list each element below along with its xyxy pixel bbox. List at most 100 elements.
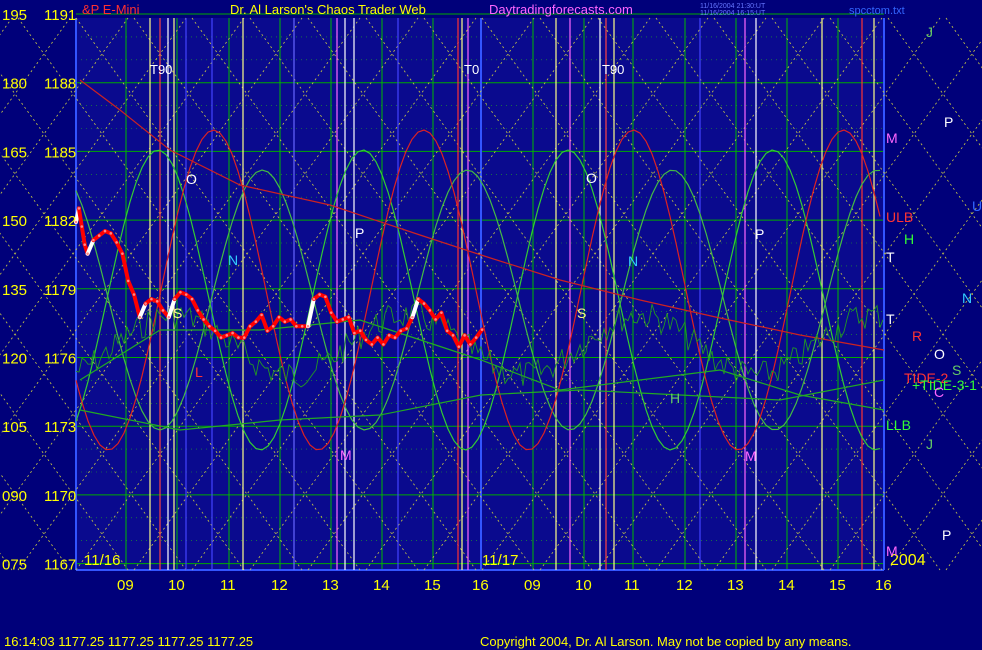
price-point bbox=[260, 313, 263, 317]
y-tick-angle: 120 bbox=[2, 351, 27, 368]
price-point bbox=[196, 309, 200, 312]
price-point bbox=[77, 207, 81, 210]
price-point bbox=[161, 309, 165, 312]
price-point bbox=[97, 234, 101, 237]
chart-letter: N bbox=[228, 252, 238, 268]
y-tick-angle: 165 bbox=[2, 144, 27, 161]
price-point bbox=[474, 336, 478, 339]
price-point bbox=[190, 297, 194, 301]
price-point bbox=[83, 243, 86, 246]
price-point bbox=[480, 328, 484, 331]
chart-letter: H bbox=[670, 390, 680, 406]
y-tick-price: 1173 bbox=[44, 419, 76, 436]
y-tick-angle: 150 bbox=[2, 213, 27, 230]
right-label: ULB bbox=[886, 209, 913, 225]
price-point bbox=[387, 334, 391, 337]
price-point bbox=[300, 324, 304, 328]
price-point bbox=[463, 334, 466, 337]
price-point bbox=[393, 336, 397, 339]
price-point bbox=[115, 241, 118, 244]
price-point bbox=[405, 327, 408, 330]
price-point bbox=[254, 320, 258, 324]
x-tick-hour: 10 bbox=[168, 577, 185, 594]
x-tick-hour: 16 bbox=[875, 577, 892, 594]
price-point bbox=[132, 293, 136, 296]
price-point bbox=[457, 345, 461, 348]
timestamp-2: 11/16/2004 16:15:UT bbox=[700, 10, 766, 17]
chart-letter: M bbox=[745, 448, 757, 464]
price-point bbox=[179, 290, 182, 294]
x-tick-hour: 11 bbox=[220, 577, 236, 594]
right-label: N bbox=[962, 290, 972, 306]
x-tick-hour: 11 bbox=[624, 577, 640, 594]
x-tick-hour: 13 bbox=[727, 577, 744, 594]
price-point bbox=[202, 318, 205, 321]
right-label: LLB bbox=[886, 417, 911, 433]
chaos-trader-chart: 195 1191 180 1188 165 1185 150 1182 135 1179 120 11… bbox=[0, 0, 982, 650]
cycle-mark: T90 bbox=[602, 62, 624, 77]
price-point bbox=[242, 336, 246, 339]
x-tick-hour: 09 bbox=[524, 577, 541, 594]
right-label: R bbox=[912, 328, 922, 344]
price-point bbox=[428, 309, 432, 312]
right-label: J bbox=[926, 24, 933, 40]
price-point bbox=[312, 297, 316, 301]
x-tick-hour: 15 bbox=[424, 577, 441, 594]
right-label: U bbox=[972, 198, 982, 214]
price-point bbox=[92, 238, 95, 242]
x-tick-hour: 16 bbox=[472, 577, 489, 594]
price-point bbox=[370, 343, 374, 346]
chart-title: Dr. Al Larson's Chaos Trader Web bbox=[230, 2, 426, 17]
timestamp-1: 11/16/2004 21:30:UT bbox=[700, 3, 766, 10]
price-point bbox=[219, 336, 223, 339]
date-label: 11/17 bbox=[482, 552, 518, 569]
chart-letter: O bbox=[186, 171, 197, 187]
right-label: C bbox=[934, 384, 944, 400]
price-point bbox=[434, 318, 437, 321]
site-link[interactable]: Daytradingforecasts.com bbox=[489, 2, 633, 17]
y-tick-price: 1167 bbox=[44, 557, 76, 574]
price-point bbox=[422, 302, 426, 305]
price-point bbox=[213, 329, 217, 333]
chart-letter: N bbox=[628, 253, 638, 269]
y-tick-angle: 195 bbox=[2, 7, 27, 24]
price-point bbox=[324, 295, 327, 299]
right-label: T bbox=[886, 311, 895, 327]
right-label: S bbox=[952, 362, 961, 378]
chart-letter: L bbox=[195, 364, 203, 380]
price-point bbox=[283, 320, 287, 324]
x-tick-hour: 10 bbox=[575, 577, 592, 594]
chart-letter: M bbox=[340, 447, 352, 463]
price-point bbox=[237, 336, 240, 339]
right-label: +TIDE-3-1 bbox=[912, 377, 977, 393]
price-point bbox=[353, 331, 356, 335]
price-point bbox=[121, 252, 124, 256]
right-label: O bbox=[934, 346, 945, 362]
cycle-mark: T90 bbox=[150, 62, 172, 77]
price-point bbox=[318, 293, 321, 296]
x-tick-hour: 14 bbox=[373, 577, 390, 594]
price-point bbox=[150, 297, 153, 301]
y-tick-price: 1170 bbox=[44, 488, 76, 505]
price-point bbox=[358, 329, 362, 333]
price-point bbox=[277, 315, 281, 319]
price-point bbox=[416, 297, 420, 301]
y-tick-price: 1191 bbox=[44, 7, 76, 24]
price-point bbox=[231, 331, 234, 335]
price-point bbox=[167, 315, 171, 319]
price-point bbox=[399, 329, 403, 333]
price-point bbox=[364, 338, 368, 342]
right-label: J bbox=[926, 436, 933, 452]
y-tick-angle: 090 bbox=[2, 488, 27, 505]
chart-letter: O bbox=[586, 170, 597, 186]
price-point bbox=[80, 225, 84, 228]
right-label: P bbox=[944, 114, 953, 130]
price-point bbox=[335, 320, 339, 324]
price-point bbox=[155, 300, 159, 303]
price-point bbox=[208, 324, 211, 328]
price-point bbox=[266, 329, 269, 333]
price-point bbox=[184, 293, 188, 296]
y-tick-price: 1176 bbox=[44, 351, 76, 368]
cycle-mark: T0 bbox=[464, 62, 479, 77]
date-label: 11/16 bbox=[84, 552, 120, 569]
